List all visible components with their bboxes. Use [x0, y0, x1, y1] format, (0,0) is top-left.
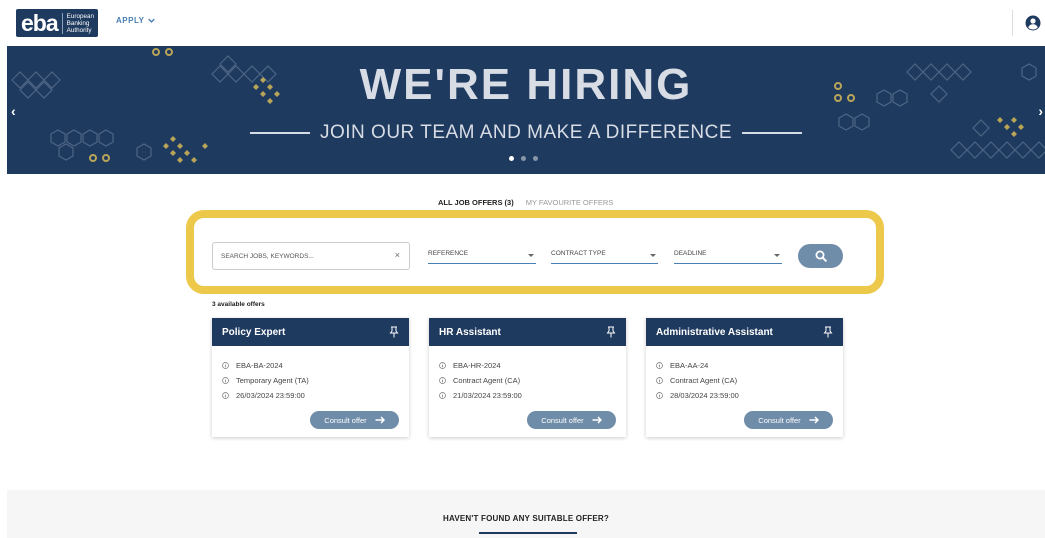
pin-favourite-icon[interactable]	[389, 326, 399, 338]
search-icon	[815, 250, 827, 262]
banner-title: WE'RE HIRING	[359, 60, 693, 109]
offer-reference: EBA-HR-2024	[453, 361, 501, 370]
offer-contract-row: Contract Agent (CA)	[656, 373, 833, 388]
offer-card-header: Administrative Assistant	[646, 318, 843, 346]
contract-type-select[interactable]: CONTRACT TYPE	[551, 250, 658, 264]
consult-offer-button[interactable]: Consult offer	[310, 411, 399, 429]
apply-label: APPLY	[116, 16, 145, 25]
clear-search-icon[interactable]: ×	[395, 250, 400, 260]
offer-card-header: Policy Expert	[212, 318, 409, 346]
info-icon	[656, 392, 663, 399]
info-icon	[656, 362, 663, 369]
header-divider	[1012, 10, 1013, 36]
consult-offer-label: Consult offer	[541, 415, 584, 425]
offer-reference-row: EBA-AA-24	[656, 358, 833, 373]
footer-underline	[479, 532, 577, 534]
offer-card: Policy Expert EBA-BA-2024 Temporary Agen…	[212, 318, 409, 437]
deadline-select[interactable]: DEADLINE	[674, 250, 782, 264]
offer-tabs: ALL JOB OFFERS (3) MY FAVOURITE OFFERS	[438, 198, 613, 207]
caret-down-icon	[528, 254, 534, 257]
no-suitable-offer-section: HAVEN'T FOUND ANY SUITABLE OFFER?	[7, 490, 1045, 538]
offer-deadline: 26/03/2024 23:59:00	[236, 391, 305, 400]
offer-title[interactable]: HR Assistant	[439, 327, 501, 338]
caret-down-icon	[774, 254, 780, 257]
offer-contract-row: Contract Agent (CA)	[439, 373, 616, 388]
reference-select[interactable]: REFERENCE	[428, 250, 536, 264]
offer-reference-row: EBA-BA-2024	[222, 358, 399, 373]
eba-logo[interactable]: eba European Banking Authority	[16, 9, 98, 37]
offer-card: HR Assistant EBA-HR-2024 Contract Agent …	[429, 318, 626, 437]
offer-deadline: 21/03/2024 23:59:00	[453, 391, 522, 400]
banner-subtitle-row: JOIN OUR TEAM AND MAKE A DIFFERENCE	[7, 122, 1045, 144]
pin-favourite-icon[interactable]	[606, 326, 616, 338]
no-suitable-offer-title: HAVEN'T FOUND ANY SUITABLE OFFER?	[443, 514, 609, 523]
hero-banner: ‹ › WE'RE HIRING JOIN OUR TEAM AND MAKE …	[7, 46, 1045, 174]
offer-reference-row: EBA-HR-2024	[439, 358, 616, 373]
tab-my-favourite-offers[interactable]: MY FAVOURITE OFFERS	[526, 198, 614, 207]
carousel-dots	[509, 156, 538, 161]
info-icon	[656, 377, 663, 384]
available-offers-count: 3 available offers	[212, 301, 265, 308]
tab-all-job-offers[interactable]: ALL JOB OFFERS (3)	[438, 198, 514, 207]
search-input-wrapper: ×	[212, 242, 410, 270]
carousel-dot-2[interactable]	[521, 156, 526, 161]
consult-offer-button[interactable]: Consult offer	[527, 411, 616, 429]
offer-card-body: EBA-HR-2024 Contract Agent (CA) 21/03/20…	[429, 346, 626, 403]
logo-box: eba European Banking Authority	[16, 9, 98, 37]
arrow-right-icon	[592, 416, 602, 424]
offer-reference: EBA-BA-2024	[236, 361, 283, 370]
top-bar: eba European Banking Authority APPLY	[0, 0, 1045, 46]
logo-sub-line-2: Banking	[66, 19, 90, 27]
consult-offer-button[interactable]: Consult offer	[744, 411, 833, 429]
arrow-right-icon	[809, 416, 819, 424]
offer-contract-type: Temporary Agent (TA)	[236, 376, 309, 385]
reference-select-label: REFERENCE	[428, 250, 469, 257]
offer-deadline-row: 26/03/2024 23:59:00	[222, 388, 399, 403]
offer-title[interactable]: Policy Expert	[222, 327, 285, 338]
subtitle-right-line	[742, 131, 802, 134]
arrow-right-icon	[375, 416, 385, 424]
subtitle-left-line	[250, 131, 310, 134]
apply-menu[interactable]: APPLY	[116, 16, 156, 25]
search-input[interactable]	[213, 243, 383, 269]
caret-down-icon	[650, 254, 656, 257]
logo-sub-line-3: Authority	[66, 26, 92, 34]
logo-sub-line-1: European	[66, 12, 94, 20]
carousel-dot-3[interactable]	[533, 156, 538, 161]
logo-sub-text: European Banking Authority	[61, 12, 94, 34]
user-account-icon[interactable]	[1025, 15, 1041, 31]
banner-subtitle: JOIN OUR TEAM AND MAKE A DIFFERENCE	[320, 122, 732, 143]
contract-type-select-label: CONTRACT TYPE	[551, 250, 606, 257]
chevron-down-icon	[148, 18, 156, 23]
consult-offer-label: Consult offer	[324, 415, 367, 425]
offer-card-body: EBA-AA-24 Contract Agent (CA) 28/03/2024…	[646, 346, 843, 403]
offer-deadline-row: 21/03/2024 23:59:00	[439, 388, 616, 403]
offer-reference: EBA-AA-24	[670, 361, 709, 370]
offer-deadline-row: 28/03/2024 23:59:00	[656, 388, 833, 403]
offer-deadline: 28/03/2024 23:59:00	[670, 391, 739, 400]
pin-favourite-icon[interactable]	[823, 326, 833, 338]
offer-card-header: HR Assistant	[429, 318, 626, 346]
deadline-select-label: DEADLINE	[674, 250, 707, 257]
offer-contract-type: Contract Agent (CA)	[453, 376, 521, 385]
consult-offer-label: Consult offer	[758, 415, 801, 425]
info-icon	[439, 377, 446, 384]
logo-main-text: eba	[21, 9, 59, 36]
offer-card-body: EBA-BA-2024 Temporary Agent (TA) 26/03/2…	[212, 346, 409, 403]
info-icon	[222, 377, 229, 384]
carousel-dot-1[interactable]	[509, 156, 514, 161]
info-icon	[439, 362, 446, 369]
offer-title[interactable]: Administrative Assistant	[656, 327, 773, 338]
offer-card: Administrative Assistant EBA-AA-24 Contr…	[646, 318, 843, 437]
offer-contract-row: Temporary Agent (TA)	[222, 373, 399, 388]
info-icon	[439, 392, 446, 399]
info-icon	[222, 392, 229, 399]
info-icon	[222, 362, 229, 369]
offer-contract-type: Contract Agent (CA)	[670, 376, 738, 385]
search-button[interactable]	[798, 244, 843, 268]
